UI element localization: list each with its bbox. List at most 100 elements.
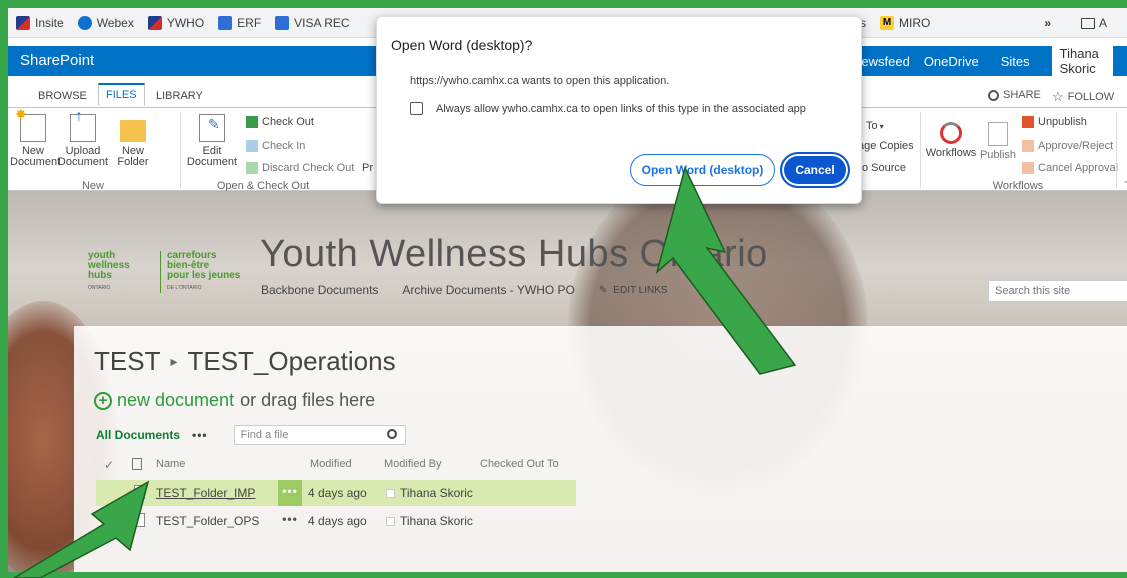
erf-icon xyxy=(218,15,233,30)
approve-reject-icon xyxy=(1022,140,1034,152)
column-header-modified[interactable]: Modified xyxy=(310,458,352,470)
select-all-checkmark[interactable]: ✓ xyxy=(104,458,114,472)
webex-icon xyxy=(77,15,92,30)
bookmark-webex[interactable]: Webex xyxy=(77,15,134,30)
top-nav: Backbone Documents Archive Documents - Y… xyxy=(261,283,716,297)
suite-brand[interactable]: SharePoint xyxy=(20,52,94,69)
upload-document-button[interactable]: ↑ Upload Document xyxy=(56,109,110,168)
approve-reject-button[interactable]: Approve/Reject xyxy=(1022,140,1113,152)
share-button[interactable]: SHARE xyxy=(988,89,1041,101)
tab-files[interactable]: FILES xyxy=(98,83,145,106)
bookmark-insite[interactable]: Insite xyxy=(16,15,64,30)
column-header-modified-by[interactable]: Modified By xyxy=(384,458,441,470)
check-in-icon xyxy=(246,140,258,152)
insite-icon xyxy=(16,15,30,30)
checkbox-icon[interactable] xyxy=(410,102,423,115)
row-modified: 4 days ago xyxy=(308,486,367,500)
table-row[interactable]: TEST_Folder_IMP ••• 4 days ago Tihana Sk… xyxy=(96,480,576,506)
check-out-button[interactable]: Check Out xyxy=(246,116,314,128)
discard-icon xyxy=(246,162,258,174)
new-document-icon: ✸ xyxy=(15,107,46,142)
unpublish-icon xyxy=(1022,116,1034,128)
send-to-button[interactable]: To ▾ xyxy=(866,120,884,132)
cancel-approval-button[interactable]: Cancel Approval xyxy=(1022,162,1118,174)
annotation-arrow-up-icon xyxy=(655,165,797,375)
check-in-button[interactable]: Check In xyxy=(246,140,305,152)
share-icon xyxy=(988,89,999,101)
nav-link-archive-documents[interactable]: Archive Documents - YWHO PO xyxy=(402,283,575,297)
presence-icon xyxy=(386,517,395,526)
ribbon-separator xyxy=(180,112,181,188)
view-all-documents[interactable]: All Documents xyxy=(96,428,180,442)
breadcrumb-site[interactable]: TEST xyxy=(94,346,160,377)
tab-library[interactable]: LIBRARY xyxy=(148,85,211,107)
workflows-button[interactable]: Workflows xyxy=(924,122,978,159)
folder-icon xyxy=(1081,17,1096,29)
ribbon-separator xyxy=(920,112,921,188)
library-panel: TEST ▸ TEST_Operations + new document or… xyxy=(74,326,1127,572)
cancel-approval-icon xyxy=(1022,162,1034,174)
browser-frame: Insite Webex YWHO ERF VISA REC ms MMIRO … xyxy=(8,8,1127,572)
file-name-link[interactable]: TEST_Folder_IMP xyxy=(156,486,255,500)
suite-link-sites[interactable]: Sites xyxy=(993,47,1038,76)
presence-icon xyxy=(386,489,395,498)
column-header-checked-out-to[interactable]: Checked Out To xyxy=(480,458,559,470)
upload-icon: ↑ xyxy=(70,109,96,142)
table-row[interactable]: TEST_Folder_OPS ••• 4 days ago Tihana Sk… xyxy=(96,508,576,534)
publish-icon xyxy=(988,122,1008,146)
unpublish-button[interactable]: Unpublish xyxy=(1022,116,1087,128)
star-icon: ☆ xyxy=(1052,89,1064,104)
new-document-row: + new document or drag files here xyxy=(94,390,375,411)
bookmark-erf[interactable]: ERF xyxy=(218,15,261,30)
folder-icon xyxy=(120,120,146,142)
dialog-title: Open Word (desktop)? xyxy=(391,37,533,53)
chevron-down-icon: ▾ xyxy=(879,121,884,131)
edit-document-icon: ✎ xyxy=(199,114,225,142)
always-allow-checkbox[interactable]: Always allow ywho.camhx.ca to open links… xyxy=(410,102,806,115)
bookmarks-overflow-button[interactable]: » xyxy=(1044,16,1051,30)
file-name-link[interactable]: TEST_Folder_OPS xyxy=(156,514,259,528)
tab-browse[interactable]: BROWSE xyxy=(30,85,95,107)
bookmark-visa-rec[interactable]: VISA REC xyxy=(275,15,350,30)
drag-files-text: or drag files here xyxy=(240,390,376,410)
breadcrumb-library[interactable]: TEST_Operations xyxy=(187,346,395,377)
miro-icon: M xyxy=(880,16,894,30)
row-ellipsis-button[interactable]: ••• xyxy=(278,480,302,506)
search-icon[interactable] xyxy=(386,429,397,439)
ywho-icon xyxy=(147,15,162,30)
bookmark-ywho[interactable]: YWHO xyxy=(147,15,204,30)
bookmarks-right: ms MMIRO » A xyxy=(850,8,1107,38)
suite-link-onedrive[interactable]: OneDrive xyxy=(924,54,979,69)
row-modified-by[interactable]: Tihana Skoric xyxy=(400,514,473,528)
suite-nav: Newsfeed OneDrive Sites Tihana Skoric xyxy=(852,39,1127,83)
edit-document-button[interactable]: ✎ Edit Document xyxy=(184,114,240,168)
go-to-source-button[interactable]: o Source xyxy=(862,162,906,174)
publish-button[interactable]: Publish xyxy=(978,122,1018,161)
visa-rec-icon xyxy=(275,15,290,30)
bookmark-folder[interactable]: A xyxy=(1081,16,1107,30)
column-header-name[interactable]: Name xyxy=(156,458,185,470)
follow-button[interactable]: ☆ FOLLOW xyxy=(1052,89,1114,105)
logo-english: youth wellness hubs ONTARIO xyxy=(88,250,130,292)
row-modified-by[interactable]: Tihana Skoric xyxy=(400,486,473,500)
breadcrumb-separator: ▸ xyxy=(170,353,178,369)
search-site-input[interactable] xyxy=(988,280,1127,302)
new-document-link[interactable]: new document xyxy=(117,390,234,411)
annotation-arrow-file-icon xyxy=(12,480,150,578)
view-bar: All Documents ••• Find a file xyxy=(96,425,406,445)
new-folder-button[interactable]: New Folder xyxy=(110,114,156,168)
logo-french: carrefours bien-être pour les jeunes DE … xyxy=(160,251,250,293)
row-ellipsis-button[interactable]: ••• xyxy=(278,508,302,534)
find-file-input[interactable]: Find a file xyxy=(233,425,406,445)
bookmark-miro[interactable]: M MIRO xyxy=(880,16,930,30)
dialog-message: https://ywho.camhx.ca wants to open this… xyxy=(410,75,670,87)
view-more-button[interactable]: ••• xyxy=(192,428,208,442)
properties-partial[interactable]: Pr xyxy=(362,162,373,174)
discard-check-out-button[interactable]: Discard Check Out xyxy=(246,162,354,174)
file-type-header-icon xyxy=(132,458,142,470)
manage-copies-button[interactable]: age Copies xyxy=(858,140,914,152)
pencil-icon: ✎ xyxy=(598,284,608,296)
new-document-button[interactable]: ✸ New Document xyxy=(10,107,60,168)
plus-circle-icon[interactable]: + xyxy=(94,391,112,410)
nav-link-backbone-documents[interactable]: Backbone Documents xyxy=(261,283,378,297)
